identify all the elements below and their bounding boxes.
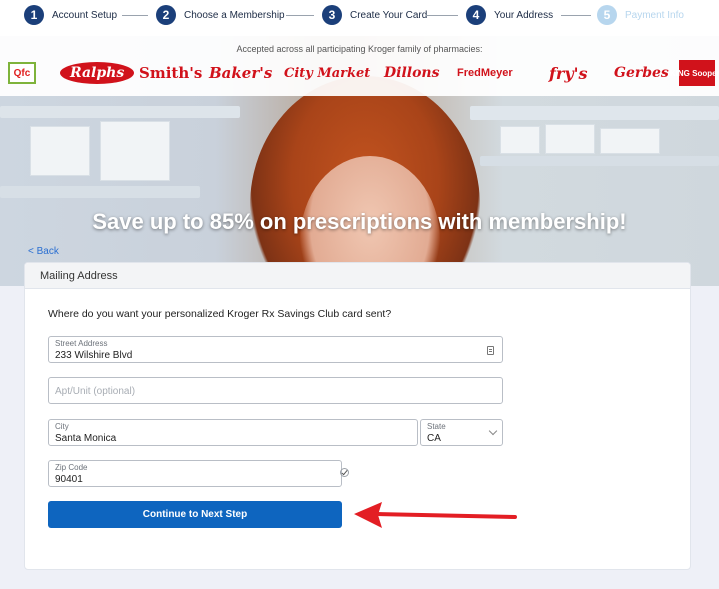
city-label: City bbox=[55, 422, 69, 431]
annotation-arrow-icon bbox=[354, 502, 517, 528]
step-connector bbox=[122, 15, 148, 16]
chevron-down-icon bbox=[488, 426, 498, 436]
pharmacy-logos-band: Accepted across all participating Kroger… bbox=[0, 36, 719, 96]
logo-row: Qfc Ralphs Smith's Baker's City Market D… bbox=[6, 60, 719, 86]
step-number: 5 bbox=[597, 5, 617, 25]
step-create-card: 3 Create Your Card bbox=[322, 5, 427, 25]
street-address-value: 233 Wilshire Blvd bbox=[55, 350, 133, 361]
frys-logo: fry's bbox=[549, 63, 588, 83]
background-shelf bbox=[480, 156, 719, 166]
zip-code-value: 90401 bbox=[55, 474, 83, 485]
zip-code-field[interactable]: Zip Code 90401 bbox=[48, 460, 342, 487]
step-number: 3 bbox=[322, 5, 342, 25]
street-address-label: Street Address bbox=[55, 339, 108, 348]
ralphs-logo: Ralphs bbox=[60, 62, 135, 84]
background-box bbox=[545, 124, 595, 154]
fred-meyer-logo: FredMeyer bbox=[457, 67, 513, 79]
step-payment-info: 5 Payment Info bbox=[597, 5, 684, 25]
step-account-setup: 1 Account Setup bbox=[24, 5, 117, 25]
king-soopers-logo: KING Soopers bbox=[670, 60, 719, 86]
background-shelf bbox=[0, 106, 240, 118]
zip-code-label: Zip Code bbox=[55, 463, 88, 472]
card-header: Mailing Address bbox=[25, 263, 690, 289]
step-connector bbox=[426, 15, 458, 16]
city-field[interactable]: City Santa Monica bbox=[48, 419, 418, 446]
apt-unit-field[interactable]: Apt/Unit (optional) bbox=[48, 377, 503, 404]
street-address-field[interactable]: Street Address 233 Wilshire Blvd bbox=[48, 336, 503, 363]
address-book-icon bbox=[487, 346, 494, 355]
gerbes-logo: Gerbes bbox=[614, 65, 669, 81]
qfc-logo: Qfc bbox=[8, 62, 36, 84]
background-shelf bbox=[0, 186, 200, 198]
back-link[interactable]: < Back bbox=[28, 246, 59, 257]
background-box bbox=[600, 128, 660, 154]
apt-unit-placeholder: Apt/Unit (optional) bbox=[55, 386, 136, 397]
city-market-logo: City Market bbox=[284, 65, 371, 81]
step-label: Create Your Card bbox=[350, 9, 428, 21]
hero-banner: Accepted across all participating Kroger… bbox=[0, 36, 719, 286]
hero-headline: Save up to 85% on prescriptions with mem… bbox=[92, 209, 627, 234]
step-label: Account Setup bbox=[52, 9, 118, 21]
continue-button[interactable]: Continue to Next Step bbox=[48, 501, 342, 528]
background-shelf bbox=[470, 106, 719, 120]
step-number: 4 bbox=[466, 5, 486, 25]
background-box bbox=[500, 126, 540, 154]
step-label: Payment Info bbox=[625, 9, 684, 21]
dillons-logo: Dillons bbox=[384, 65, 440, 81]
city-value: Santa Monica bbox=[55, 433, 117, 444]
accepted-pharmacies-text: Accepted across all participating Kroger… bbox=[236, 44, 483, 54]
state-value: CA bbox=[427, 433, 441, 444]
step-label: Choose a Membership bbox=[184, 9, 285, 21]
step-number: 1 bbox=[24, 5, 44, 25]
step-connector bbox=[286, 15, 314, 16]
step-choose-membership: 2 Choose a Membership bbox=[156, 5, 285, 25]
address-prompt: Where do you want your personalized Krog… bbox=[48, 308, 392, 320]
background-box bbox=[30, 126, 90, 176]
state-label: State bbox=[427, 422, 446, 431]
bakers-logo: Baker's bbox=[209, 64, 273, 82]
step-number: 2 bbox=[156, 5, 176, 25]
background-box bbox=[100, 121, 170, 181]
progress-stepper: 1 Account Setup 2 Choose a Membership 3 … bbox=[0, 0, 719, 36]
step-label: Your Address bbox=[494, 9, 554, 21]
checkmark-icon bbox=[340, 468, 349, 477]
step-connector bbox=[561, 15, 591, 16]
state-select[interactable]: State CA bbox=[420, 419, 503, 446]
smiths-logo: Smith's bbox=[139, 64, 203, 82]
step-your-address: 4 Your Address bbox=[466, 5, 553, 25]
